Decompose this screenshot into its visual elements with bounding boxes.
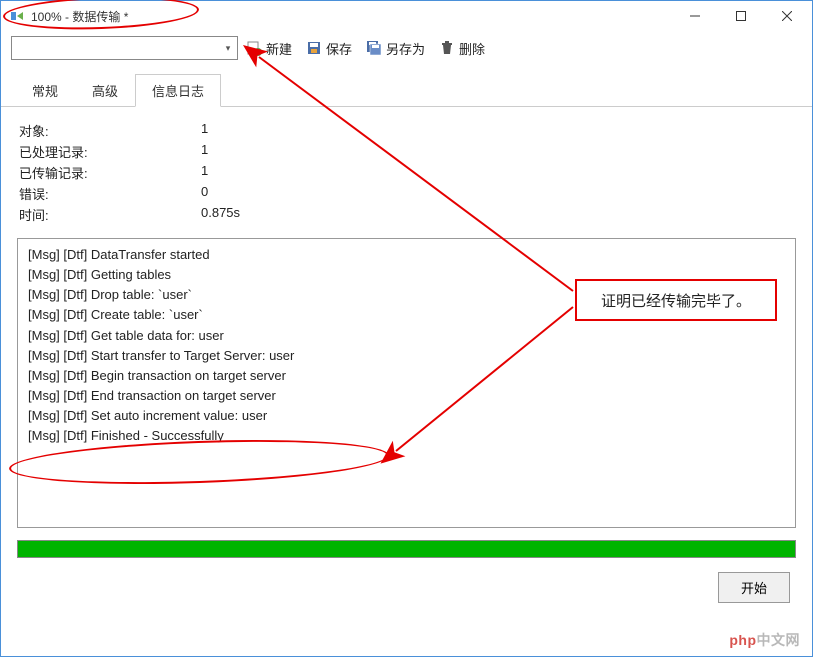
stat-objects: 对象: 1 <box>19 121 794 140</box>
stat-value: 1 <box>201 142 208 161</box>
stat-value: 0.875s <box>201 205 240 224</box>
trash-icon <box>439 40 455 56</box>
saveas-button[interactable]: 另存为 <box>360 37 431 60</box>
window-title: 100% - 数据传输 * <box>31 8 672 25</box>
stat-value: 0 <box>201 184 208 203</box>
stat-time: 时间: 0.875s <box>19 205 794 224</box>
watermark-prefix: php <box>729 632 756 648</box>
save-icon <box>306 40 322 56</box>
stats-panel: 对象: 1 已处理记录: 1 已传输记录: 1 错误: 0 时间: 0.875s <box>1 107 812 234</box>
chevron-down-icon: ▾ <box>219 43 237 54</box>
profile-dropdown[interactable]: ▾ <box>11 36 238 60</box>
annotation-text: 证明已经传输完毕了。 <box>601 290 751 311</box>
maximize-button[interactable] <box>718 1 764 31</box>
progress-bar <box>17 540 796 558</box>
watermark: php中文网 <box>729 630 800 650</box>
save-label: 保存 <box>326 39 352 58</box>
app-window: 100% - 数据传输 * ▾ 新建 保存 另存为 删除 常规 <box>0 0 813 657</box>
tab-general[interactable]: 常规 <box>15 74 75 107</box>
new-label: 新建 <box>266 39 292 58</box>
new-button[interactable]: 新建 <box>240 37 298 60</box>
log-line: [Msg] [Dtf] Start transfer to Target Ser… <box>28 346 785 366</box>
log-line: [Msg] [Dtf] Get table data for: user <box>28 326 785 346</box>
save-button[interactable]: 保存 <box>300 37 358 60</box>
stat-errors: 错误: 0 <box>19 184 794 203</box>
start-button[interactable]: 开始 <box>718 572 790 603</box>
stat-label: 错误: <box>19 184 201 203</box>
minimize-button[interactable] <box>672 1 718 31</box>
stat-label: 时间: <box>19 205 201 224</box>
app-icon <box>9 8 25 24</box>
tab-log[interactable]: 信息日志 <box>135 74 221 107</box>
new-icon <box>246 40 262 56</box>
watermark-suffix: 中文网 <box>757 632 801 648</box>
log-line: [Msg] [Dtf] End transaction on target se… <box>28 386 785 406</box>
stat-transferred: 已传输记录: 1 <box>19 163 794 182</box>
annotation-callout: 证明已经传输完毕了。 <box>575 279 777 321</box>
saveas-label: 另存为 <box>386 39 425 58</box>
titlebar: 100% - 数据传输 * <box>1 1 812 31</box>
close-button[interactable] <box>764 1 810 31</box>
toolbar: ▾ 新建 保存 另存为 删除 <box>1 31 812 65</box>
tab-bar: 常规 高级 信息日志 <box>1 73 812 107</box>
log-line: [Msg] [Dtf] Set auto increment value: us… <box>28 406 785 426</box>
log-line: [Msg] [Dtf] Finished - Successfully <box>28 426 785 446</box>
button-row: 开始 <box>1 566 812 613</box>
stat-label: 对象: <box>19 121 201 140</box>
saveas-icon <box>366 40 382 56</box>
stat-value: 1 <box>201 121 208 140</box>
window-controls <box>672 1 810 31</box>
log-line: [Msg] [Dtf] Begin transaction on target … <box>28 366 785 386</box>
log-line: [Msg] [Dtf] DataTransfer started <box>28 245 785 265</box>
stat-label: 已处理记录: <box>19 142 201 161</box>
stat-processed: 已处理记录: 1 <box>19 142 794 161</box>
delete-button[interactable]: 删除 <box>433 37 491 60</box>
tab-advanced[interactable]: 高级 <box>75 74 135 107</box>
stat-label: 已传输记录: <box>19 163 201 182</box>
stat-value: 1 <box>201 163 208 182</box>
delete-label: 删除 <box>459 39 485 58</box>
